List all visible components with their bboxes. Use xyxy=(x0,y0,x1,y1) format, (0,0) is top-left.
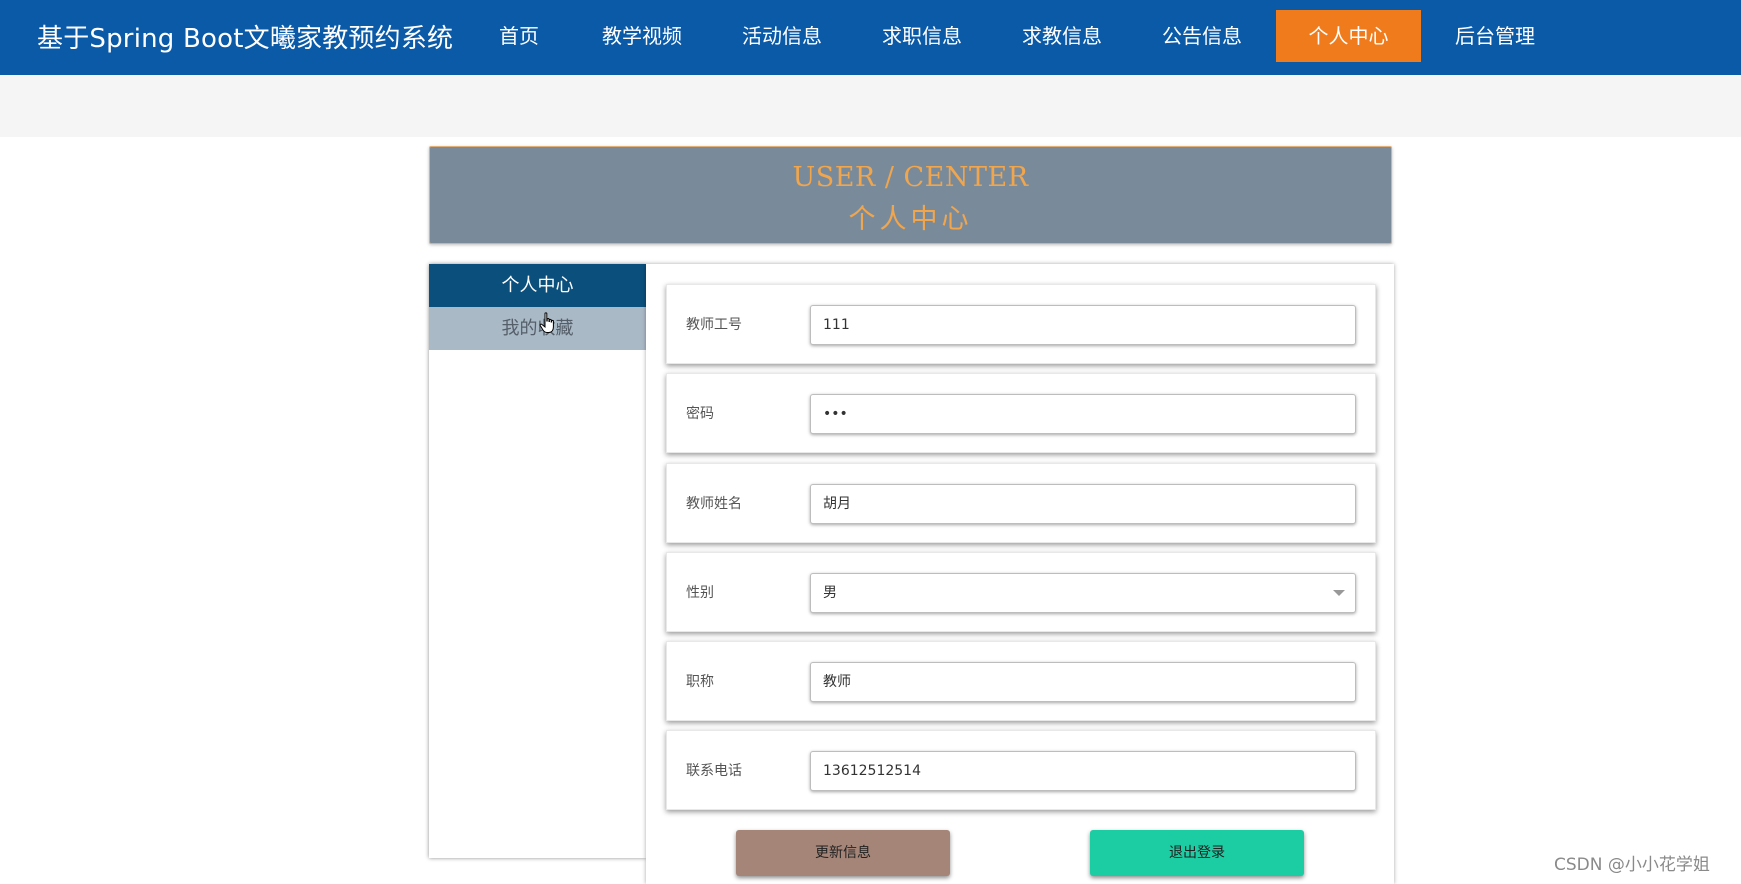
field-label: 性别 xyxy=(686,585,714,601)
sub-banner xyxy=(0,75,1741,137)
field-label: 职称 xyxy=(686,674,714,690)
header-title-cn: 个人中心 xyxy=(848,204,973,235)
nav-home[interactable]: 首页 xyxy=(492,10,546,62)
field-label: 教师姓名 xyxy=(686,496,742,512)
gender-select-value: 男 xyxy=(823,585,837,601)
sidebar-item-personal-center[interactable]: 个人中心 xyxy=(429,264,646,307)
field-title: 职称 教师 xyxy=(666,641,1376,721)
teacher-name-input[interactable]: 胡月 xyxy=(810,484,1356,524)
profile-form: 教师工号 111 密码 ••• 教师姓名 胡月 性别 男 职称 教师 联系电话 … xyxy=(646,264,1394,884)
password-input[interactable]: ••• xyxy=(810,394,1356,434)
field-teacher-name: 教师姓名 胡月 xyxy=(666,463,1376,543)
sidebar: 个人中心 我的收藏 xyxy=(429,264,646,858)
phone-input[interactable]: 13612512514 xyxy=(810,751,1356,791)
field-label: 教师工号 xyxy=(686,317,742,333)
app-title: 基于Spring Boot文曦家教预约系统 xyxy=(37,24,454,54)
nav-admin[interactable]: 后台管理 xyxy=(1450,10,1540,62)
field-label: 密码 xyxy=(686,406,714,422)
nav-teaching-videos[interactable]: 教学视频 xyxy=(597,10,687,62)
nav-announcements[interactable]: 公告信息 xyxy=(1157,10,1247,62)
hand-pointer-icon xyxy=(539,312,554,333)
header-title-en: USER / CENTER xyxy=(792,162,1029,193)
sidebar-item-my-favorites[interactable]: 我的收藏 xyxy=(429,307,646,350)
field-teacher-id: 教师工号 111 xyxy=(666,284,1376,364)
teacher-id-input[interactable]: 111 xyxy=(810,305,1356,345)
user-center-header: USER / CENTER 个人中心 xyxy=(429,146,1392,244)
nav-tutoring-requests[interactable]: 求教信息 xyxy=(1017,10,1107,62)
field-password: 密码 ••• xyxy=(666,373,1376,453)
top-navbar: 基于Spring Boot文曦家教预约系统 首页 教学视频 活动信息 求职信息 … xyxy=(0,0,1741,75)
logout-button[interactable]: 退出登录 xyxy=(1090,830,1304,876)
nav-activities[interactable]: 活动信息 xyxy=(737,10,827,62)
title-input[interactable]: 教师 xyxy=(810,662,1356,702)
nav-job-seeking[interactable]: 求职信息 xyxy=(877,10,967,62)
watermark: CSDN @小小花学姐 xyxy=(1554,855,1710,875)
field-label: 联系电话 xyxy=(686,763,742,779)
nav-personal-center[interactable]: 个人中心 xyxy=(1276,10,1421,62)
chevron-down-icon xyxy=(1333,590,1345,596)
field-gender: 性别 男 xyxy=(666,552,1376,632)
update-info-button[interactable]: 更新信息 xyxy=(736,830,950,876)
field-phone: 联系电话 13612512514 xyxy=(666,730,1376,810)
gender-select[interactable]: 男 xyxy=(810,573,1356,613)
